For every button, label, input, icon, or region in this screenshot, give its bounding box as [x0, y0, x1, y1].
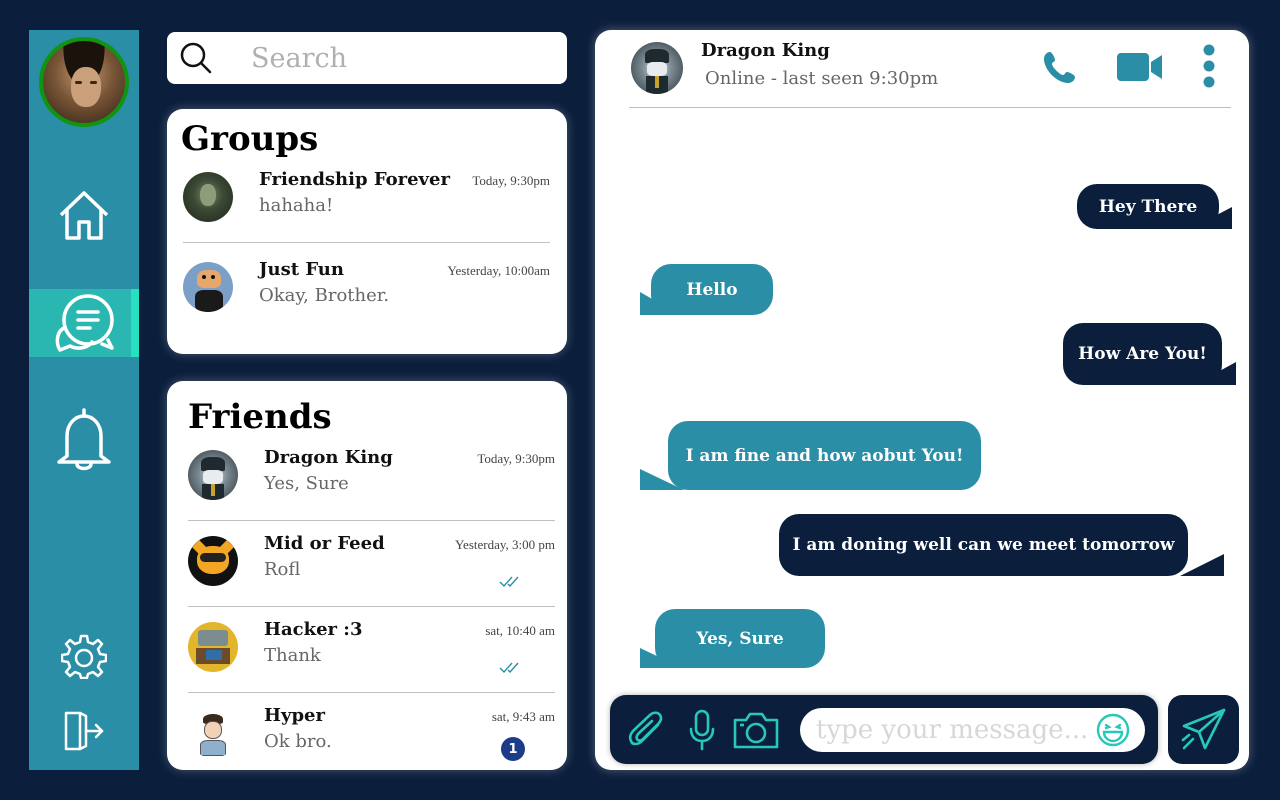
camera-icon	[733, 712, 779, 749]
friend-last-message: Yes, Sure	[264, 473, 349, 494]
nav-notifications[interactable]	[29, 405, 139, 475]
logout-icon	[64, 711, 104, 751]
voice-record-button[interactable]	[688, 709, 716, 755]
phone-icon	[1044, 52, 1075, 83]
search-input[interactable]	[251, 42, 551, 74]
groups-title: Groups	[181, 119, 319, 159]
groups-panel: Groups Friendship Forever hahaha! Today,…	[167, 109, 567, 354]
friends-title: Friends	[188, 397, 332, 437]
group-name: Just Fun	[259, 259, 344, 280]
unread-badge: 1	[501, 737, 525, 761]
home-icon	[59, 191, 109, 240]
nav-settings[interactable]	[29, 630, 139, 682]
friend-last-message: Thank	[264, 645, 321, 666]
group-time: Today, 9:30pm	[472, 173, 550, 188]
friend-time: Today, 9:30pm	[477, 451, 555, 466]
friend-name: Hacker :3	[264, 619, 363, 640]
search-icon[interactable]	[179, 41, 213, 75]
emoji-button[interactable]	[1096, 713, 1130, 751]
bubble-tail	[1190, 207, 1232, 229]
nav-logout[interactable]	[29, 708, 139, 754]
group-item-just-fun[interactable]: Just Fun Okay, Brother. Yesterday, 10:00…	[183, 247, 550, 333]
friends-panel: Friends Dragon King Yes, Sure Today, 9:3…	[167, 381, 567, 770]
group-last-message: hahaha!	[259, 195, 334, 216]
group-avatar	[183, 172, 233, 222]
bubble-tail	[1180, 554, 1224, 576]
camera-button[interactable]	[732, 711, 780, 753]
message-composer	[610, 695, 1158, 764]
sidebar	[29, 30, 139, 770]
video-call-button[interactable]	[1117, 52, 1163, 86]
microphone-icon	[689, 709, 715, 751]
bell-icon	[57, 408, 111, 471]
friend-avatar	[188, 536, 238, 586]
friend-time: Yesterday, 3:00 pm	[454, 537, 555, 552]
paperclip-icon	[628, 711, 663, 746]
send-button[interactable]	[1168, 695, 1239, 764]
group-time: Yesterday, 10:00am	[447, 263, 550, 278]
video-icon	[1117, 53, 1162, 81]
friend-avatar	[188, 622, 238, 672]
attach-button[interactable]	[628, 711, 666, 755]
contact-status: Online - last seen 9:30pm	[705, 68, 939, 89]
group-avatar	[183, 262, 233, 312]
group-item-friendship-forever[interactable]: Friendship Forever hahaha! Today, 9:30pm	[183, 157, 550, 243]
group-name: Friendship Forever	[259, 169, 450, 190]
more-options-button[interactable]	[1201, 44, 1217, 94]
message-bubble-outgoing: I am doning well can we meet tomorrow	[779, 514, 1188, 576]
friend-item-mid-or-feed[interactable]: Mid or Feed Rofl Yesterday, 3:00 pm	[188, 521, 555, 607]
friend-name: Dragon King	[264, 447, 393, 468]
bubble-tail	[1194, 362, 1236, 385]
friend-time: sat, 9:43 am	[491, 709, 555, 724]
friend-last-message: Ok bro.	[264, 731, 332, 752]
chat-header: Dragon King Online - last seen 9:30pm	[629, 30, 1231, 108]
friend-last-message: Rofl	[264, 559, 301, 580]
bubble-tail	[640, 292, 680, 315]
friend-item-dragon-king[interactable]: Dragon King Yes, Sure Today, 9:30pm	[188, 435, 555, 521]
group-last-message: Okay, Brother.	[259, 285, 390, 306]
more-vertical-icon	[1203, 44, 1215, 88]
friend-avatar	[188, 450, 238, 500]
friend-avatar	[188, 708, 238, 758]
message-bubble-incoming: I am fine and how aobut You!	[668, 421, 981, 490]
friend-name: Mid or Feed	[264, 533, 385, 554]
friend-time: sat, 10:40 am	[485, 623, 555, 638]
double-check-icon	[499, 662, 519, 674]
nav-chats[interactable]	[29, 289, 139, 357]
user-avatar[interactable]	[39, 37, 129, 127]
friend-name: Hyper	[264, 705, 325, 726]
bubble-tail	[640, 648, 682, 668]
message-input[interactable]	[800, 708, 1145, 752]
bubble-tail	[640, 469, 684, 490]
emoji-icon	[1096, 713, 1130, 747]
settings-icon	[61, 634, 107, 679]
double-check-icon	[499, 576, 519, 588]
friend-item-hyper[interactable]: Hyper Ok bro. sat, 9:43 am 1	[188, 693, 555, 770]
nav-home[interactable]	[29, 185, 139, 245]
send-icon	[1181, 708, 1225, 749]
friend-item-hacker[interactable]: Hacker :3 Thank sat, 10:40 am	[188, 607, 555, 693]
contact-name: Dragon King	[701, 40, 830, 61]
chat-icon	[55, 294, 114, 352]
search-bar	[167, 32, 567, 84]
voice-call-button[interactable]	[1043, 50, 1077, 88]
contact-avatar[interactable]	[631, 42, 683, 94]
